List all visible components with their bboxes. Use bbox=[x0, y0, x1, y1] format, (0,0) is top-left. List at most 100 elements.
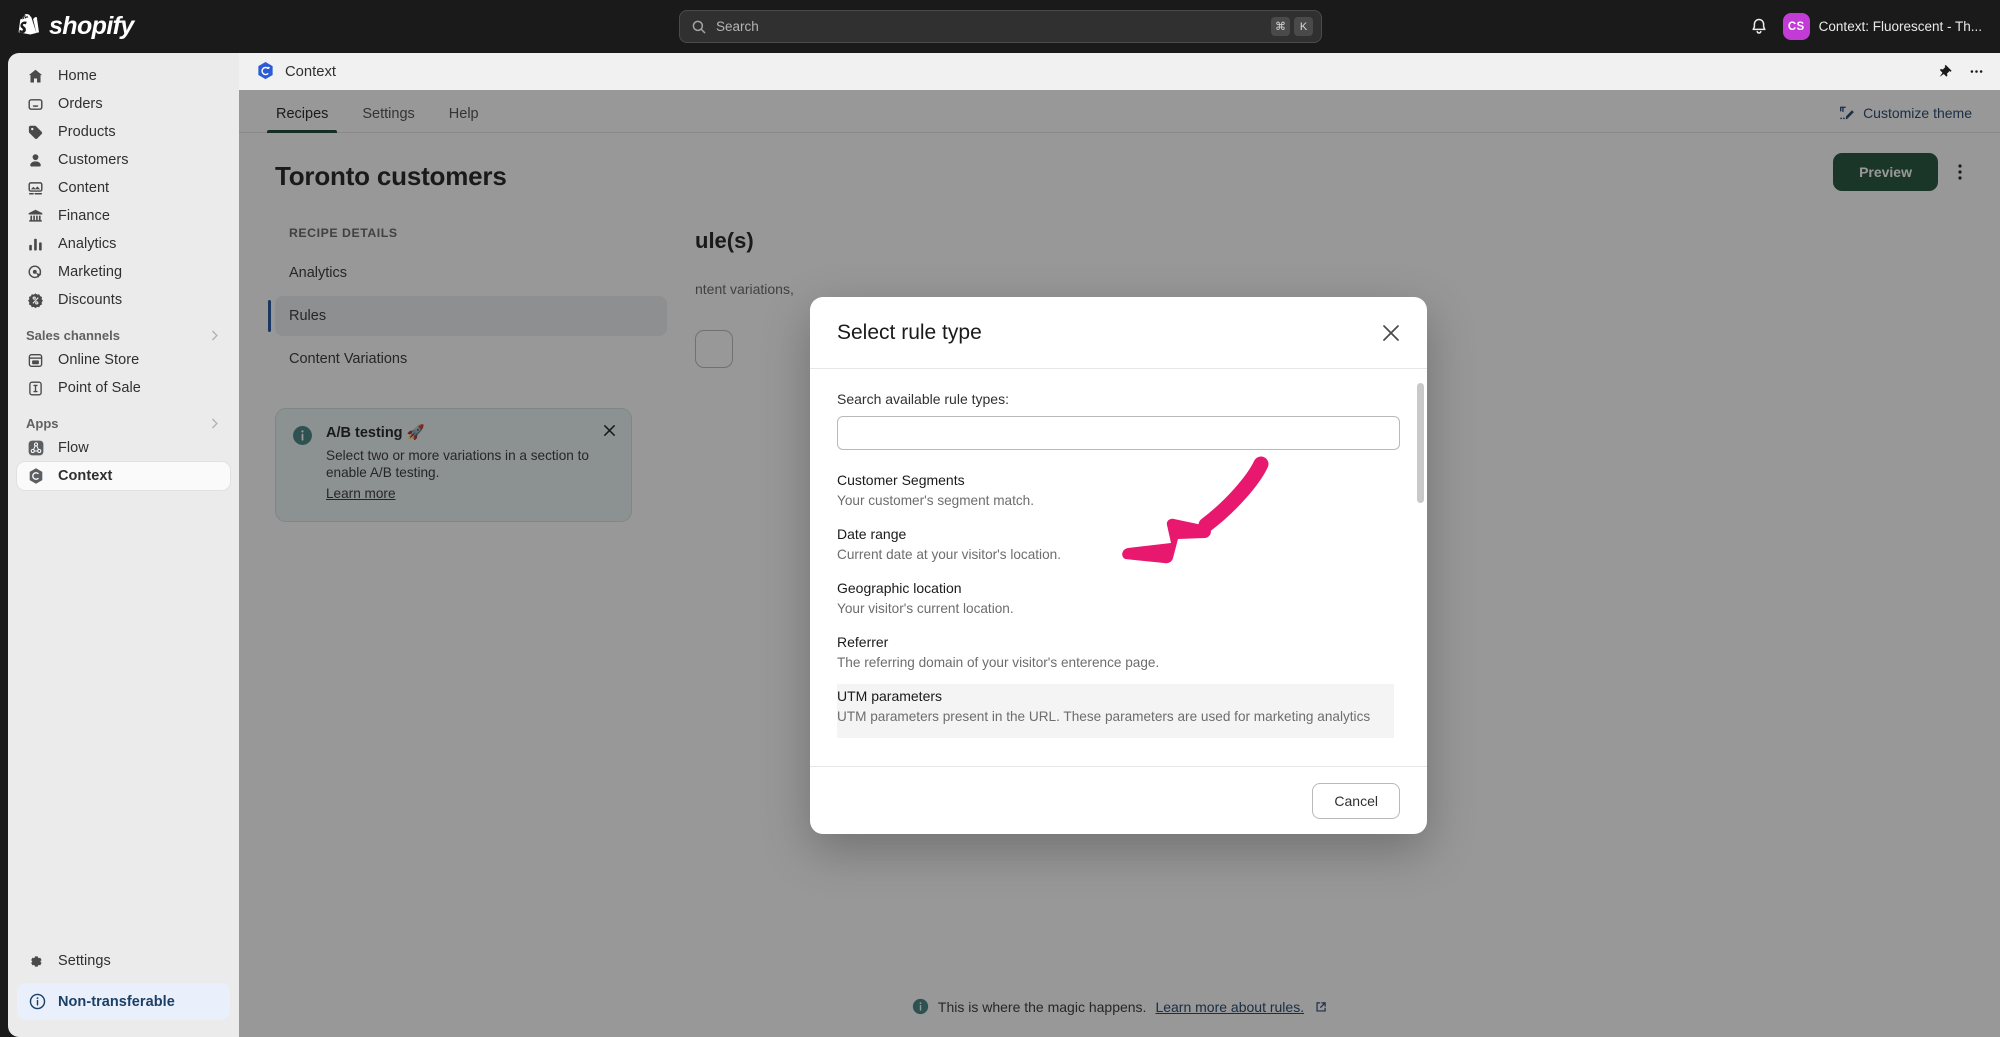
search-rule-types-input[interactable] bbox=[837, 416, 1400, 450]
sidebar-label: Marketing bbox=[58, 264, 123, 280]
sidebar-label: Online Store bbox=[58, 352, 140, 368]
rule-type-name: Geographic location bbox=[837, 580, 962, 596]
sidebar-label: Point of Sale bbox=[58, 380, 141, 396]
sidebar-item-flow[interactable]: Flow bbox=[17, 434, 230, 462]
sidebar-label: Analytics bbox=[58, 236, 117, 252]
modal-body: Search available rule types: Customer Se… bbox=[810, 369, 1427, 766]
sidebar-item-analytics[interactable]: Analytics bbox=[17, 230, 230, 258]
chevron-right-icon bbox=[212, 330, 218, 341]
rule-type-description: UTM parameters present in the URL. These… bbox=[837, 709, 1371, 724]
rule-type-description: The referring domain of your visitor's e… bbox=[837, 655, 1160, 670]
sidebar-label: Content bbox=[58, 180, 110, 196]
sidebar-label: Home bbox=[58, 68, 97, 84]
account-menu[interactable]: CS Context: Fluorescent - Th... bbox=[1779, 9, 1986, 44]
rule-type-name: Customer Segments bbox=[837, 472, 965, 488]
app-title: Context bbox=[285, 63, 336, 80]
bell-icon[interactable] bbox=[1749, 17, 1769, 37]
sidebar-item-point-of-sale[interactable]: Point of Sale bbox=[17, 374, 230, 402]
sidebar-section-apps[interactable]: Apps bbox=[26, 416, 221, 431]
shopify-bag-icon bbox=[18, 13, 40, 34]
cancel-button[interactable]: Cancel bbox=[1312, 782, 1400, 819]
sidebar-label: Orders bbox=[58, 96, 103, 112]
target-cursor-icon bbox=[26, 263, 45, 282]
rule-type-option[interactable]: Referrer The referring domain of your vi… bbox=[837, 630, 1394, 684]
orders-inbox-icon bbox=[26, 95, 45, 114]
sidebar-label: Finance bbox=[58, 208, 110, 224]
search-shortcut: ⌘ K bbox=[1271, 17, 1313, 36]
status-badge-non-transferable[interactable]: Non-transferable bbox=[17, 983, 230, 1020]
rule-type-description: Current date at your visitor's location. bbox=[837, 547, 1061, 562]
context-app-icon bbox=[258, 62, 273, 80]
sidebar-item-online-store[interactable]: Online Store bbox=[17, 346, 230, 374]
sidebar-item-discounts[interactable]: Discounts bbox=[17, 286, 230, 314]
status-badge-label: Non-transferable bbox=[58, 993, 175, 1010]
sidebar-item-products[interactable]: Products bbox=[17, 118, 230, 146]
sidebar-section-sales-channels[interactable]: Sales channels bbox=[26, 328, 221, 343]
avatar: CS bbox=[1782, 13, 1810, 40]
info-circle-icon bbox=[29, 993, 46, 1010]
sidebar-item-settings[interactable]: Settings bbox=[17, 947, 230, 975]
section-title: Sales channels bbox=[26, 328, 120, 343]
rule-type-description: Your visitor's current location. bbox=[837, 601, 1014, 616]
sidebar-label: Discounts bbox=[58, 292, 123, 308]
rule-type-name: Date range bbox=[837, 526, 907, 542]
search-icon bbox=[692, 20, 706, 33]
pin-icon[interactable] bbox=[1935, 63, 1952, 80]
chevron-right-icon bbox=[212, 418, 218, 429]
product-tag-icon bbox=[26, 123, 45, 142]
person-icon bbox=[26, 151, 45, 170]
modal-footer: Cancel bbox=[810, 766, 1427, 834]
rule-type-option[interactable]: Customer Segments Your customer's segmen… bbox=[837, 468, 1394, 522]
global-search-box[interactable]: Search ⌘ K bbox=[679, 10, 1322, 43]
sidebar-label: Flow bbox=[58, 440, 89, 456]
shopify-wordmark: shopify bbox=[49, 12, 134, 40]
discount-badge-icon bbox=[26, 291, 45, 310]
sidebar-label: Settings bbox=[58, 953, 111, 969]
sidebar-item-home[interactable]: Home bbox=[17, 62, 230, 90]
storefront-icon bbox=[26, 351, 45, 370]
modal-title: Select rule type bbox=[837, 320, 982, 344]
context-app-icon bbox=[26, 467, 45, 486]
home-icon bbox=[26, 67, 45, 86]
section-title: Apps bbox=[26, 416, 59, 431]
top-bar: shopify Search ⌘ K CS Context: Fluoresce… bbox=[0, 0, 2000, 53]
close-icon[interactable] bbox=[1380, 322, 1402, 344]
rule-type-description: Your customer's segment match. bbox=[837, 493, 1035, 508]
bar-chart-icon bbox=[26, 235, 45, 254]
sidebar-item-customers[interactable]: Customers bbox=[17, 146, 230, 174]
content-image-icon bbox=[26, 179, 45, 198]
sidebar-item-content[interactable]: Content bbox=[17, 174, 230, 202]
gear-icon bbox=[26, 952, 45, 971]
rule-type-option[interactable]: Date range Current date at your visitor'… bbox=[837, 522, 1394, 576]
rule-type-option[interactable]: Geographic location Your visitor's curre… bbox=[837, 576, 1394, 630]
app-header-actions bbox=[1935, 63, 1985, 80]
flow-app-icon bbox=[26, 439, 45, 458]
kbd-k: K bbox=[1294, 17, 1313, 36]
shopify-logo[interactable]: shopify bbox=[17, 12, 134, 41]
sidebar-item-finance[interactable]: Finance bbox=[17, 202, 230, 230]
sidebar-item-context[interactable]: Context bbox=[17, 462, 230, 490]
rule-type-name: UTM parameters bbox=[837, 688, 943, 704]
kbd-command: ⌘ bbox=[1271, 17, 1290, 36]
main-sidebar: Home Orders Products Customers Content F… bbox=[8, 53, 239, 1037]
account-name: Context: Fluorescent - Th... bbox=[1818, 19, 1982, 34]
pos-icon bbox=[26, 379, 45, 398]
sidebar-item-orders[interactable]: Orders bbox=[17, 90, 230, 118]
sidebar-label: Products bbox=[58, 124, 116, 140]
topbar-right: CS Context: Fluorescent - Th... bbox=[1749, 0, 1986, 53]
sidebar-item-marketing[interactable]: Marketing bbox=[17, 258, 230, 286]
rule-type-option[interactable]: UTM parameters UTM parameters present in… bbox=[837, 684, 1394, 738]
embedded-app-header: Context bbox=[239, 53, 2000, 90]
sidebar-label: Customers bbox=[58, 152, 129, 168]
modal-header: Select rule type bbox=[810, 297, 1427, 369]
ellipsis-horizontal-icon[interactable] bbox=[1968, 63, 1985, 80]
search-placeholder: Search bbox=[716, 19, 759, 34]
select-rule-type-modal: Select rule type Search available rule t… bbox=[810, 297, 1427, 834]
bank-icon bbox=[26, 207, 45, 226]
rule-type-list[interactable]: Customer Segments Your customer's segmen… bbox=[837, 468, 1400, 766]
rule-type-name: Referrer bbox=[837, 634, 889, 650]
sidebar-label: Context bbox=[58, 468, 113, 484]
search-rule-types-label: Search available rule types: bbox=[837, 391, 1009, 407]
vertical-scrollbar[interactable] bbox=[1417, 383, 1424, 503]
